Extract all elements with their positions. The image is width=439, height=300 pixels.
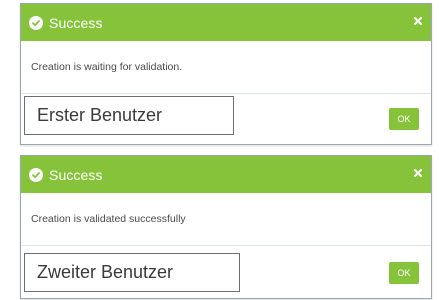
dialog-header: Success xyxy=(21,156,431,193)
close-icon[interactable] xyxy=(411,14,425,28)
close-icon[interactable] xyxy=(411,166,425,180)
annotation-label-second-user: Zweiter Benutzer xyxy=(24,253,240,292)
check-circle-icon xyxy=(29,15,43,30)
screenshot-canvas: Success Creation is waiting for validati… xyxy=(0,0,439,300)
ok-button[interactable]: OK xyxy=(389,262,419,284)
ok-button[interactable]: OK xyxy=(389,108,419,130)
dialog-header: Success xyxy=(21,4,431,41)
dialog-message-area: Creation is validated successfully xyxy=(21,193,431,246)
dialog-message: Creation is validated successfully xyxy=(31,213,186,225)
dialog-title: Success xyxy=(49,166,103,183)
dialog-message: Creation is waiting for validation. xyxy=(31,61,183,73)
dialog-message-area: Creation is waiting for validation. xyxy=(21,41,431,94)
check-circle-icon xyxy=(29,167,43,182)
annotation-label-first-user: Erster Benutzer xyxy=(24,96,234,135)
dialog-title: Success xyxy=(49,14,103,31)
